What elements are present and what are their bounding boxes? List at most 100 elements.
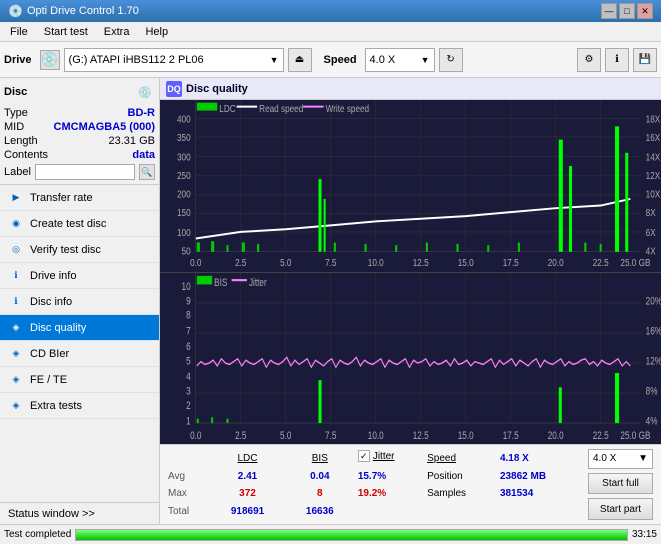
svg-text:400: 400 bbox=[177, 113, 191, 125]
disc-section: Disc 💿 Type BD-R MID CMCMAGBA5 (000) Len… bbox=[0, 78, 159, 185]
disc-mid-row: MID CMCMAGBA5 (000) bbox=[4, 120, 155, 134]
disc-length-value: 23.31 GB bbox=[109, 135, 155, 147]
sidebar-item-fe-te[interactable]: ◈ FE / TE bbox=[0, 367, 159, 393]
sidebar-item-verify-test-disc[interactable]: ◎ Verify test disc bbox=[0, 237, 159, 263]
menu-help[interactable]: Help bbox=[139, 24, 174, 40]
label-edit-button[interactable]: 🔍 bbox=[139, 164, 155, 180]
jitter-avg: 15.7% bbox=[354, 468, 423, 485]
ldc-max: 372 bbox=[209, 485, 286, 502]
cd-bier-icon: ◈ bbox=[8, 346, 24, 362]
bottom-chart-svg: 10 9 8 7 6 5 4 3 2 1 20% 16% 12% 8% 4% bbox=[160, 273, 661, 445]
disc-section-icon: 💿 bbox=[135, 82, 155, 102]
sidebar-item-extra-tests[interactable]: ◈ Extra tests bbox=[0, 393, 159, 419]
menu-start-test[interactable]: Start test bbox=[38, 24, 94, 40]
disc-label-input[interactable] bbox=[35, 164, 135, 180]
app-icon: 💿 bbox=[8, 4, 23, 18]
disc-label-row: Label 🔍 bbox=[4, 164, 155, 180]
svg-text:7.5: 7.5 bbox=[325, 429, 337, 442]
nav-label-transfer-rate: Transfer rate bbox=[30, 192, 93, 204]
info-button[interactable]: ℹ bbox=[605, 48, 629, 72]
eject-button[interactable]: ⏏ bbox=[288, 48, 312, 72]
sidebar-item-disc-quality[interactable]: ◈ Disc quality bbox=[0, 315, 159, 341]
nav-label-extra-tests: Extra tests bbox=[30, 400, 82, 412]
svg-text:10.0: 10.0 bbox=[368, 257, 384, 269]
speed-select[interactable]: 4.0 X ▼ bbox=[365, 48, 435, 72]
svg-text:20%: 20% bbox=[646, 295, 661, 308]
svg-text:12.5: 12.5 bbox=[413, 257, 429, 269]
maximize-button[interactable]: □ bbox=[619, 3, 635, 19]
svg-text:20.0: 20.0 bbox=[548, 257, 564, 269]
sidebar-item-disc-info[interactable]: ℹ Disc info bbox=[0, 289, 159, 315]
svg-text:22.5: 22.5 bbox=[593, 257, 609, 269]
toolbar: Drive 💿 (G:) ATAPI iHBS112 2 PL06 ▼ ⏏ Sp… bbox=[0, 42, 661, 78]
status-text: Test completed bbox=[4, 529, 71, 540]
refresh-button[interactable]: ↻ bbox=[439, 48, 463, 72]
nav-items: ▶ Transfer rate ◉ Create test disc ◎ Ver… bbox=[0, 185, 159, 502]
svg-text:5: 5 bbox=[186, 355, 191, 368]
svg-text:3: 3 bbox=[186, 385, 191, 398]
drive-info-icon: ℹ bbox=[8, 268, 24, 284]
jitter-checkbox[interactable]: ✓ bbox=[358, 450, 370, 462]
svg-text:2.5: 2.5 bbox=[235, 429, 247, 442]
start-part-button[interactable]: Start part bbox=[588, 498, 653, 520]
svg-text:150: 150 bbox=[177, 207, 191, 219]
svg-text:16%: 16% bbox=[646, 325, 661, 338]
menu-extra[interactable]: Extra bbox=[98, 24, 136, 40]
svg-text:2: 2 bbox=[186, 399, 191, 412]
svg-text:200: 200 bbox=[177, 189, 191, 201]
sidebar-item-transfer-rate[interactable]: ▶ Transfer rate bbox=[0, 185, 159, 211]
sidebar-item-drive-info[interactable]: ℹ Drive info bbox=[0, 263, 159, 289]
svg-text:25.0 GB: 25.0 GB bbox=[620, 257, 650, 269]
minimize-button[interactable]: — bbox=[601, 3, 617, 19]
settings-button[interactable]: ⚙ bbox=[577, 48, 601, 72]
nav-label-cd-bier: CD BIer bbox=[30, 348, 69, 360]
ldc-total: 918691 bbox=[209, 503, 286, 520]
svg-text:4X: 4X bbox=[646, 245, 657, 257]
svg-text:1: 1 bbox=[186, 415, 191, 428]
bis-avg: 0.04 bbox=[286, 468, 354, 485]
disc-quality-header: DQ Disc quality bbox=[160, 78, 661, 100]
create-test-disc-icon: ◉ bbox=[8, 216, 24, 232]
save-button[interactable]: 💾 bbox=[633, 48, 657, 72]
menu-file[interactable]: File bbox=[4, 24, 34, 40]
svg-text:14X: 14X bbox=[646, 152, 661, 164]
start-full-button[interactable]: Start full bbox=[588, 473, 653, 495]
svg-text:LDC: LDC bbox=[219, 103, 236, 115]
disc-contents-label: Contents bbox=[4, 149, 48, 161]
fe-te-icon: ◈ bbox=[8, 372, 24, 388]
close-button[interactable]: ✕ bbox=[637, 3, 653, 19]
svg-text:250: 250 bbox=[177, 170, 191, 182]
svg-text:12X: 12X bbox=[646, 170, 661, 182]
sidebar-item-create-test-disc[interactable]: ◉ Create test disc bbox=[0, 211, 159, 237]
top-chart-svg: 400 350 300 250 200 150 100 50 18X 16X 1… bbox=[160, 100, 661, 272]
svg-text:Write speed: Write speed bbox=[326, 103, 369, 115]
speed-value: 4.0 X bbox=[370, 54, 396, 66]
svg-text:5.0: 5.0 bbox=[280, 429, 292, 442]
disc-mid-label: MID bbox=[4, 121, 24, 133]
nav-label-drive-info: Drive info bbox=[30, 270, 76, 282]
top-chart: 400 350 300 250 200 150 100 50 18X 16X 1… bbox=[160, 100, 661, 273]
app-title: Opti Drive Control 1.70 bbox=[27, 5, 139, 17]
sidebar-item-cd-bier[interactable]: ◈ CD BIer bbox=[0, 341, 159, 367]
speed-header: Speed bbox=[423, 449, 496, 468]
empty-cell bbox=[423, 503, 496, 520]
svg-text:7.5: 7.5 bbox=[325, 257, 336, 269]
drive-select[interactable]: (G:) ATAPI iHBS112 2 PL06 ▼ bbox=[64, 48, 284, 72]
jitter-total bbox=[354, 503, 423, 520]
svg-text:7: 7 bbox=[186, 325, 191, 338]
svg-text:25.0 GB: 25.0 GB bbox=[620, 429, 650, 442]
disc-label-key: Label bbox=[4, 166, 31, 178]
svg-text:4: 4 bbox=[186, 370, 191, 383]
svg-text:17.5: 17.5 bbox=[503, 429, 519, 442]
ldc-avg: 2.41 bbox=[209, 468, 286, 485]
empty-cell2 bbox=[496, 503, 580, 520]
speed-dropdown-stat[interactable]: 4.0 X ▼ bbox=[588, 449, 653, 469]
charts-container: 400 350 300 250 200 150 100 50 18X 16X 1… bbox=[160, 100, 661, 444]
status-window-button[interactable]: Status window >> bbox=[0, 502, 159, 524]
nav-label-verify-test-disc: Verify test disc bbox=[30, 244, 101, 256]
progress-bar-fill bbox=[76, 530, 627, 540]
main: Disc 💿 Type BD-R MID CMCMAGBA5 (000) Len… bbox=[0, 78, 661, 524]
extra-tests-icon: ◈ bbox=[8, 398, 24, 414]
disc-header: Disc 💿 bbox=[4, 82, 155, 102]
drive-value: (G:) ATAPI iHBS112 2 PL06 bbox=[69, 54, 204, 66]
